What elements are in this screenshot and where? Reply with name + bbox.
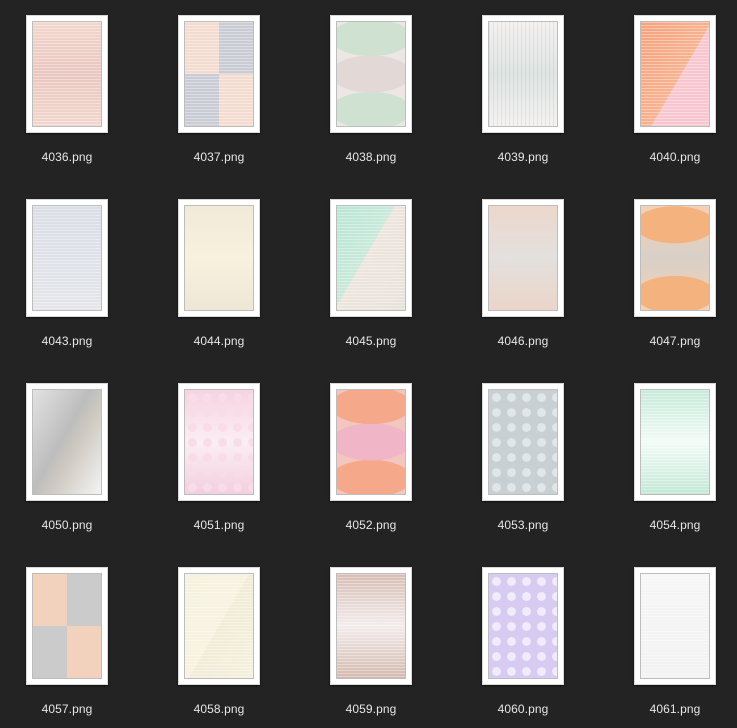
thumbnail-image [184, 21, 254, 127]
file-item[interactable]: 4057.png [0, 552, 120, 722]
thumbnail[interactable] [330, 383, 412, 501]
thumbnail-image [336, 21, 406, 127]
thumbnail-image [32, 573, 102, 679]
thumbnail-image [640, 573, 710, 679]
thumbnail[interactable] [482, 567, 564, 685]
file-name[interactable]: 4046.png [456, 334, 590, 348]
file-name[interactable]: 4039.png [456, 150, 590, 164]
file-item[interactable]: 4051.png [152, 368, 272, 538]
file-name[interactable]: 4053.png [456, 518, 590, 532]
file-name[interactable]: 4037.png [152, 150, 286, 164]
file-item[interactable]: 4061.png [608, 552, 728, 722]
thumbnail[interactable] [482, 15, 564, 133]
thumbnail-image [640, 205, 710, 311]
file-item[interactable]: 4059.png [304, 552, 424, 722]
file-item[interactable]: 4036.png [0, 0, 120, 170]
file-name[interactable]: 4054.png [608, 518, 737, 532]
thumbnail-image [488, 573, 558, 679]
file-item[interactable]: 4040.png [608, 0, 728, 170]
file-item[interactable]: 4047.png [608, 184, 728, 354]
thumbnail-texture [641, 390, 709, 494]
thumbnail[interactable] [26, 383, 108, 501]
file-item[interactable]: 4058.png [152, 552, 272, 722]
thumbnail[interactable] [634, 199, 716, 317]
file-name[interactable]: 4060.png [456, 702, 590, 716]
file-item[interactable]: 4046.png [456, 184, 576, 354]
file-item[interactable]: 4053.png [456, 368, 576, 538]
file-item[interactable]: 4052.png [304, 368, 424, 538]
file-item[interactable]: 4044.png [152, 184, 272, 354]
file-name[interactable]: 4058.png [152, 702, 286, 716]
thumbnail[interactable] [178, 567, 260, 685]
thumbnail[interactable] [634, 383, 716, 501]
thumbnail-image [32, 21, 102, 127]
file-name[interactable]: 4052.png [304, 518, 438, 532]
thumbnail-texture [33, 206, 101, 310]
thumbnail-texture [489, 22, 557, 126]
thumbnail[interactable] [178, 15, 260, 133]
thumbnail-image [640, 21, 710, 127]
thumbnail[interactable] [178, 383, 260, 501]
file-item[interactable]: 4043.png [0, 184, 120, 354]
file-item[interactable]: 4037.png [152, 0, 272, 170]
thumbnail-image [640, 389, 710, 495]
thumbnail[interactable] [330, 15, 412, 133]
thumbnail[interactable] [26, 199, 108, 317]
file-name[interactable]: 4038.png [304, 150, 438, 164]
thumbnail-texture [641, 22, 709, 126]
file-item[interactable]: 4039.png [456, 0, 576, 170]
file-name[interactable]: 4040.png [608, 150, 737, 164]
thumbnail[interactable] [634, 15, 716, 133]
thumbnail-image [336, 389, 406, 495]
file-name[interactable]: 4059.png [304, 702, 438, 716]
file-item[interactable]: 4054.png [608, 368, 728, 538]
thumbnail-image [32, 389, 102, 495]
thumbnail[interactable] [178, 199, 260, 317]
thumbnail-image [488, 389, 558, 495]
file-name[interactable]: 4036.png [0, 150, 134, 164]
thumbnail-image [32, 205, 102, 311]
thumbnail-image [336, 205, 406, 311]
thumbnail-image [488, 205, 558, 311]
thumbnail-texture [641, 574, 709, 678]
thumbnail[interactable] [330, 199, 412, 317]
file-item[interactable]: 4045.png [304, 184, 424, 354]
file-item[interactable]: 4038.png [304, 0, 424, 170]
file-name[interactable]: 4045.png [304, 334, 438, 348]
file-name[interactable]: 4043.png [0, 334, 134, 348]
file-name[interactable]: 4050.png [0, 518, 134, 532]
thumbnail-image [336, 573, 406, 679]
thumbnail-texture [185, 22, 253, 126]
thumbnail-image [184, 389, 254, 495]
file-name[interactable]: 4051.png [152, 518, 286, 532]
thumbnail-image [488, 21, 558, 127]
thumbnail[interactable] [482, 383, 564, 501]
file-name[interactable]: 4044.png [152, 334, 286, 348]
thumbnail-texture [337, 574, 405, 678]
file-name[interactable]: 4057.png [0, 702, 134, 716]
thumbnail[interactable] [330, 567, 412, 685]
thumbnail-texture [185, 574, 253, 678]
thumbnail[interactable] [26, 15, 108, 133]
thumbnail-texture [337, 206, 405, 310]
file-item[interactable]: 4060.png [456, 552, 576, 722]
thumbnail-image [184, 573, 254, 679]
thumbnail-image [184, 205, 254, 311]
thumbnail[interactable] [634, 567, 716, 685]
thumbnail[interactable] [26, 567, 108, 685]
file-name[interactable]: 4061.png [608, 702, 737, 716]
file-grid: 4036.png 4037.png 4038.png 4039.png 4040… [0, 0, 737, 728]
file-name[interactable]: 4047.png [608, 334, 737, 348]
file-item[interactable]: 4050.png [0, 368, 120, 538]
thumbnail[interactable] [482, 199, 564, 317]
thumbnail-texture [33, 22, 101, 126]
